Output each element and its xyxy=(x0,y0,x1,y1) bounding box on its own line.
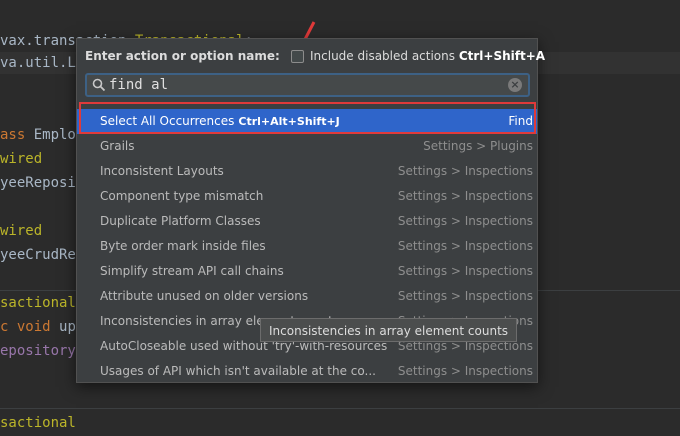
result-location: Settings > Inspections xyxy=(397,364,533,378)
code-token: ass xyxy=(0,127,34,143)
result-name: Attribute unused on older versions xyxy=(100,289,309,303)
search-icon xyxy=(92,78,106,92)
code-line: sactional xyxy=(0,412,76,434)
result-item[interactable]: Usages of API which isn't available at t… xyxy=(77,359,537,384)
code-token: wired xyxy=(0,223,43,239)
result-location: Settings > Inspections xyxy=(397,189,533,203)
code-token: wired xyxy=(0,151,43,167)
search-input[interactable] xyxy=(109,75,489,95)
include-disabled-shortcut: Ctrl+Shift+A xyxy=(458,49,546,63)
prompt-label: Enter action or option name: xyxy=(85,49,280,63)
result-name: Grails xyxy=(100,139,135,153)
clear-icon[interactable]: × xyxy=(508,78,522,92)
result-item[interactable]: Component type mismatch Settings > Inspec… xyxy=(77,184,537,209)
result-name: Duplicate Platform Classes xyxy=(100,214,261,228)
result-location: Settings > Inspections xyxy=(397,239,533,253)
code-token: sactional xyxy=(0,295,76,311)
result-item[interactable]: Byte order mark inside files Settings > I… xyxy=(77,234,537,259)
tooltip: Inconsistencies in array element counts xyxy=(260,318,518,342)
result-item[interactable]: Grails Settings > Plugins xyxy=(77,134,537,159)
code-token: c void xyxy=(0,319,60,335)
code-line: wired xyxy=(0,220,42,242)
result-location: Settings > Inspections xyxy=(397,164,533,178)
method-separator xyxy=(0,408,680,409)
result-name: Byte order mark inside files xyxy=(100,239,266,253)
result-name: Simplify stream API call chains xyxy=(100,264,284,278)
result-item[interactable]: Attribute unused on older versions Settin… xyxy=(77,284,537,309)
result-item[interactable]: Simplify stream API call chains Settings … xyxy=(77,259,537,284)
result-location: Settings > Plugins xyxy=(423,139,533,153)
search-field[interactable]: × xyxy=(85,73,530,97)
result-item[interactable]: Inconsistent Layouts Settings > Inspectio… xyxy=(77,159,537,184)
code-token: sactional xyxy=(0,415,76,431)
result-location: Settings > Inspections xyxy=(397,214,533,228)
result-location: Settings > Inspections xyxy=(397,289,533,303)
include-disabled-label[interactable]: Include disabled actions Ctrl+Shift+A xyxy=(310,49,545,63)
result-name: Inconsistent Layouts xyxy=(100,164,224,178)
result-location: Settings > Inspections xyxy=(397,264,533,278)
code-line: wired xyxy=(0,148,42,170)
result-name: Component type mismatch xyxy=(100,189,264,203)
result-name: Usages of API which isn't available at t… xyxy=(100,364,376,378)
highlight-annotation-box xyxy=(79,102,536,134)
include-disabled-checkbox[interactable] xyxy=(291,50,304,63)
code-token: epository xyxy=(0,343,76,359)
code-line: sactional xyxy=(0,292,76,314)
popup-header: Enter action or option name: Include dis… xyxy=(77,39,545,73)
result-item[interactable]: Duplicate Platform Classes Settings > Ins… xyxy=(77,209,537,234)
